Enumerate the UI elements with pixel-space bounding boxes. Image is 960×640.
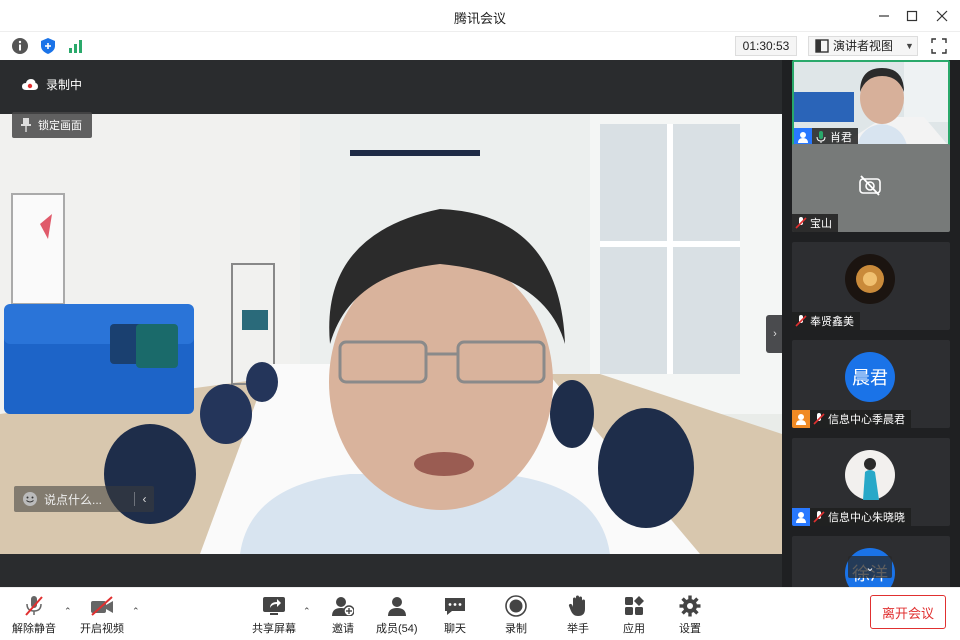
chevron-down-icon: ⌄ — [865, 561, 875, 574]
close-button[interactable] — [932, 6, 952, 26]
fullscreen-button[interactable] — [930, 37, 948, 55]
chat-bubble-icon — [442, 594, 468, 618]
participant-nametag: 信息中心朱晓晓 — [792, 508, 911, 526]
raise-hand-button[interactable]: 举手 — [565, 594, 591, 636]
share-screen-label: 共享屏幕 — [252, 623, 296, 635]
mic-muted-icon — [810, 508, 828, 526]
start-video-label: 开启视频 — [80, 623, 124, 635]
members-button[interactable]: 成员(54) — [376, 594, 418, 636]
participant-tile[interactable]: 奉贤鑫美 — [792, 242, 950, 330]
record-icon — [503, 594, 529, 618]
mic-muted-icon — [792, 312, 810, 330]
chevron-down-icon: ▼ — [905, 41, 914, 51]
window-title: 腾讯会议 — [453, 11, 506, 26]
share-screen-icon — [261, 594, 287, 618]
raise-hand-label: 举手 — [567, 623, 589, 635]
unmute-label: 解除静音 — [12, 623, 56, 635]
participant-name: 信息中心季晨君 — [828, 414, 905, 426]
record-label: 录制 — [505, 623, 527, 635]
settings-label: 设置 — [679, 623, 701, 635]
share-screen-button[interactable]: 共享屏幕 — [252, 594, 296, 636]
network-status-button[interactable] — [67, 37, 85, 55]
invite-label: 邀请 — [332, 623, 354, 635]
meeting-info-button[interactable] — [11, 37, 29, 55]
mic-muted-icon — [21, 594, 47, 618]
participant-tile[interactable]: 徐洋 ⌄ — [792, 536, 950, 587]
pin-icon — [21, 118, 31, 132]
participant-panel: 肖君 宝山 奉贤鑫美 晨君 信息中心季晨君 信息中心朱晓晓 ⌄ — [782, 60, 960, 587]
video-options-chevron-up-icon[interactable]: ⌃ — [132, 606, 140, 617]
chevron-right-icon: › — [773, 328, 777, 340]
close-icon — [936, 10, 948, 22]
minimize-icon — [879, 15, 889, 17]
participant-avatar — [845, 254, 895, 304]
participant-nametag: 宝山 — [792, 214, 838, 232]
apps-button[interactable]: 应用 — [621, 594, 647, 636]
members-icon — [384, 594, 410, 618]
title-bar: 腾讯会议 — [0, 0, 960, 32]
gear-icon — [677, 594, 703, 618]
user-icon — [792, 410, 810, 428]
recording-label: 录制中 — [46, 78, 83, 92]
leave-meeting-button[interactable]: 离开会议 — [870, 595, 946, 629]
maximize-button[interactable] — [902, 6, 922, 26]
info-icon — [12, 38, 28, 54]
participant-tile[interactable]: 肖君 — [792, 60, 950, 148]
emoji-icon — [23, 492, 37, 506]
meeting-controls: 解除静音 ⌃ 开启视频 ⌃ 共享屏幕 ⌃ 邀请 成员(54) 聊天 录制 举手 … — [0, 587, 960, 640]
security-button[interactable] — [39, 37, 57, 55]
record-button[interactable]: 录制 — [503, 594, 529, 636]
lock-view-label: 锁定画面 — [38, 120, 82, 132]
fullscreen-icon — [931, 38, 947, 54]
participant-name: 宝山 — [810, 218, 832, 230]
mic-muted-icon — [810, 410, 828, 428]
add-user-icon — [330, 594, 356, 618]
chat-button[interactable]: 聊天 — [442, 594, 468, 636]
participant-nametag: 奉贤鑫美 — [792, 312, 860, 330]
camera-off-icon — [89, 594, 115, 618]
participant-avatar: 晨君 — [845, 352, 895, 402]
signal-icon — [69, 40, 82, 53]
shield-icon — [41, 38, 55, 54]
participant-name: 奉贤鑫美 — [810, 316, 854, 328]
participant-tile[interactable]: 宝山 — [792, 144, 950, 232]
view-mode-label: 演讲者视图 — [833, 39, 894, 53]
participant-tile[interactable]: 信息中心朱晓晓 — [792, 438, 950, 526]
chat-placeholder: 说点什么... — [44, 492, 103, 507]
audio-options-chevron-up-icon[interactable]: ⌃ — [64, 606, 72, 617]
mic-muted-icon — [792, 214, 810, 232]
recording-indicator: 录制中 — [22, 76, 82, 93]
apps-grid-icon — [621, 594, 647, 618]
meeting-toolbar: 01:30:53 演讲者视图 ▼ — [0, 32, 960, 60]
hand-icon — [565, 594, 591, 618]
participant-name: 肖君 — [830, 132, 852, 144]
participant-nametag: 信息中心季晨君 — [792, 410, 911, 428]
share-options-chevron-up-icon[interactable]: ⌃ — [303, 606, 311, 617]
quick-chat-input[interactable]: 说点什么... ‹ — [14, 486, 154, 512]
chat-label: 聊天 — [444, 623, 466, 635]
layout-icon — [815, 39, 829, 53]
minimize-button[interactable] — [874, 6, 894, 26]
maximize-icon — [906, 10, 918, 22]
meeting-timer: 01:30:53 — [735, 36, 797, 56]
chevron-left-icon[interactable]: ‹ — [134, 492, 154, 506]
settings-button[interactable]: 设置 — [677, 594, 703, 636]
start-video-button[interactable]: 开启视频 — [80, 594, 124, 636]
main-stage: 录制中 锁定画面 说点什么... ‹ — [0, 60, 782, 587]
participant-tile[interactable]: 晨君 信息中心季晨君 — [792, 340, 950, 428]
participant-avatar — [845, 450, 895, 500]
members-label: 成员(54) — [376, 623, 418, 635]
camera-off-icon — [859, 175, 881, 196]
view-mode-select[interactable]: 演讲者视图 ▼ — [808, 36, 918, 56]
apps-label: 应用 — [623, 623, 645, 635]
scroll-down-button[interactable]: ⌄ — [848, 556, 892, 578]
cloud-record-icon — [22, 78, 38, 90]
user-icon — [792, 508, 810, 526]
lock-view-button[interactable]: 锁定画面 — [12, 112, 92, 138]
participant-name: 信息中心朱晓晓 — [828, 512, 905, 524]
invite-button[interactable]: 邀请 — [330, 594, 356, 636]
unmute-button[interactable]: 解除静音 — [12, 594, 56, 636]
